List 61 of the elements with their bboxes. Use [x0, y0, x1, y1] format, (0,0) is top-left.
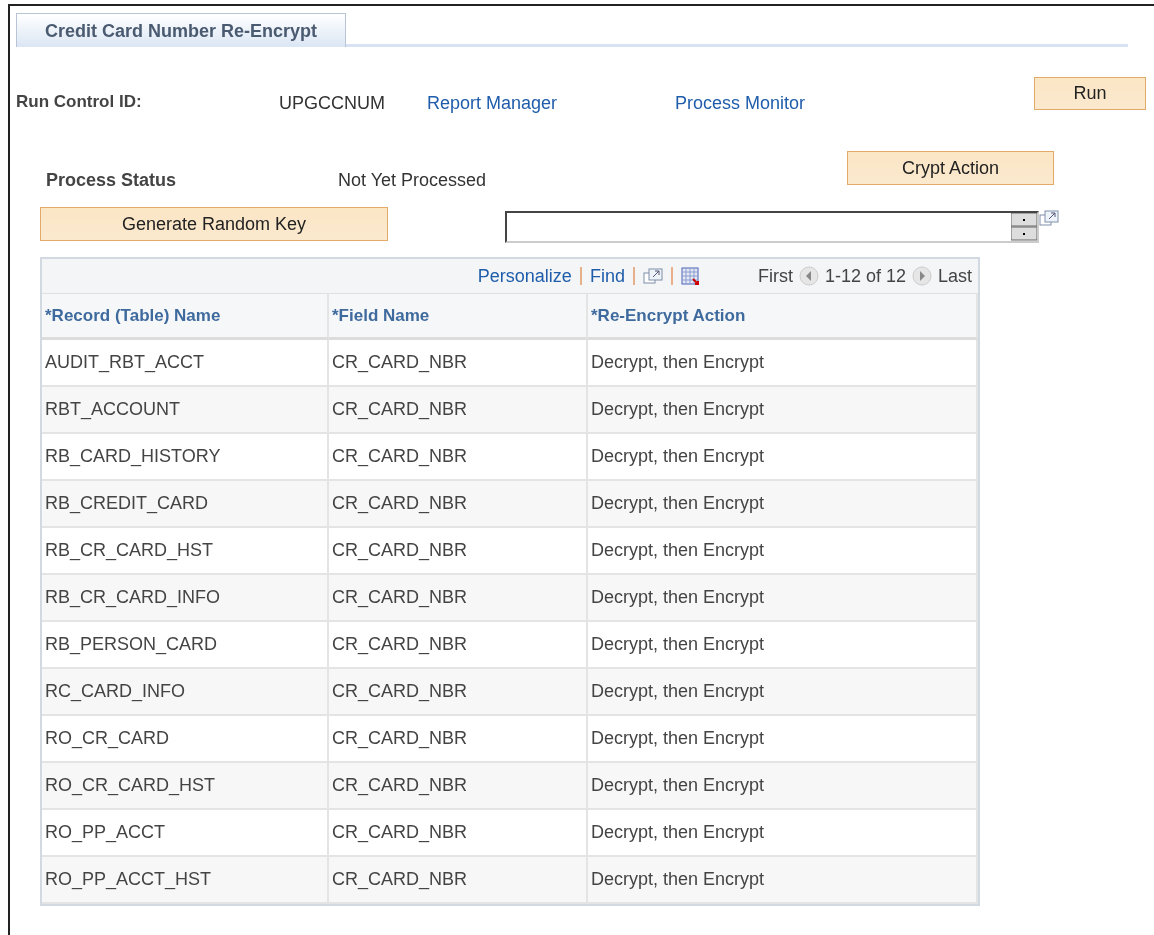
table-cell: RB_CR_CARD_HST	[42, 528, 329, 575]
table-cell: RB_CARD_HISTORY	[42, 434, 329, 481]
crypt-action-button[interactable]: Crypt Action	[847, 151, 1054, 185]
table-cell: CR_CARD_NBR	[329, 481, 588, 528]
table-cell: Decrypt, then Encrypt	[588, 387, 978, 434]
previous-icon[interactable]	[798, 266, 819, 286]
table-cell: Decrypt, then Encrypt	[588, 481, 978, 528]
table-cell: CR_CARD_NBR	[329, 763, 588, 810]
table-cell: RBT_ACCOUNT	[42, 387, 329, 434]
table-cell: RO_PP_ACCT_HST	[42, 857, 329, 904]
field-label: Run Control ID:	[16, 92, 143, 112]
next-icon[interactable]	[911, 266, 932, 286]
table-cell: AUDIT_RBT_ACCT	[42, 340, 329, 387]
column-header: *Field Name	[329, 293, 588, 340]
link[interactable]: Process Monitor	[675, 93, 806, 114]
field-label: Process Status	[46, 170, 178, 191]
popup-icon[interactable]	[1039, 210, 1059, 226]
table-cell: CR_CARD_NBR	[329, 387, 588, 434]
page-tab[interactable]: Credit Card Number Re-Encrypt	[16, 13, 346, 47]
table-cell: RB_CREDIT_CARD	[42, 481, 329, 528]
table-cell: Decrypt, then Encrypt	[588, 575, 978, 622]
link[interactable]: Find	[589, 265, 625, 287]
table-cell: Decrypt, then Encrypt	[588, 810, 978, 857]
table-cell: RC_CARD_INFO	[42, 669, 329, 716]
first-label: First	[757, 265, 793, 287]
run-button[interactable]: Run	[1034, 77, 1146, 110]
dropdown-field[interactable]	[505, 211, 1039, 243]
link[interactable]: Personalize	[477, 265, 572, 287]
popup-icon[interactable]	[642, 268, 663, 284]
row-count: 1-12 of 12	[824, 265, 906, 287]
column-header: *Record (Table) Name	[42, 293, 329, 340]
field-value: Not Yet Processed	[338, 170, 488, 191]
spin-icon[interactable]	[1011, 213, 1037, 241]
table-cell: RB_PERSON_CARD	[42, 622, 329, 669]
last-label: Last	[937, 265, 972, 287]
table-cell: Decrypt, then Encrypt	[588, 340, 978, 387]
column-header: *Re-Encrypt Action	[588, 293, 978, 340]
table-cell: Decrypt, then Encrypt	[588, 622, 978, 669]
table-cell: CR_CARD_NBR	[329, 669, 588, 716]
table-cell: RO_CR_CARD	[42, 716, 329, 763]
table-cell: CR_CARD_NBR	[329, 434, 588, 481]
table-cell: CR_CARD_NBR	[329, 857, 588, 904]
table-cell: CR_CARD_NBR	[329, 340, 588, 387]
grid-download-icon[interactable]	[680, 266, 700, 286]
link[interactable]: Report Manager	[427, 93, 675, 114]
table-cell: CR_CARD_NBR	[329, 622, 588, 669]
field-value: UPGCCNUM	[279, 93, 386, 114]
table-cell: RB_CR_CARD_INFO	[42, 575, 329, 622]
table-cell: CR_CARD_NBR	[329, 716, 588, 763]
table-cell: CR_CARD_NBR	[329, 528, 588, 575]
table-cell: Decrypt, then Encrypt	[588, 528, 978, 575]
table-cell: CR_CARD_NBR	[329, 810, 588, 857]
table-cell: Decrypt, then Encrypt	[588, 857, 978, 904]
table-cell: Decrypt, then Encrypt	[588, 716, 978, 763]
table-cell: Decrypt, then Encrypt	[588, 669, 978, 716]
generate-button[interactable]: Generate Random Key	[40, 207, 388, 241]
table-cell: CR_CARD_NBR	[329, 575, 588, 622]
table-cell: RO_CR_CARD_HST	[42, 763, 329, 810]
table-cell: Decrypt, then Encrypt	[588, 763, 978, 810]
table-cell: Decrypt, then Encrypt	[588, 434, 978, 481]
table-cell: RO_PP_ACCT	[42, 810, 329, 857]
